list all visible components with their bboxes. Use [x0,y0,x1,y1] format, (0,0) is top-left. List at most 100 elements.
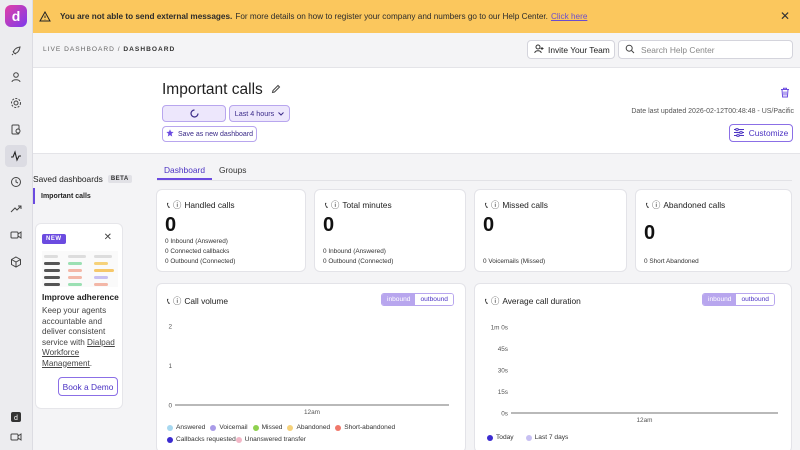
legend-label: Short-abandoned [344,424,396,431]
info-icon: ⓘ [172,200,182,210]
chart-header: 📞︎ ⓘ Average call duration [485,295,581,307]
y-tick-label: 45s [498,346,508,353]
clipboard-search-icon[interactable] [7,120,25,138]
stat-line: 0 Inbound (Answered) [165,238,228,245]
stat-title: Abandoned calls [663,200,726,210]
add-person-icon [534,44,544,56]
legend-label: Missed [261,424,283,431]
x-tick-label: 12am [304,409,320,416]
direction-toggle: inbound outbound [381,293,454,306]
legend-swatch [167,425,173,431]
stat-line: 0 Inbound (Answered) [323,248,386,255]
tab-groups[interactable]: Groups [212,165,253,180]
legend-swatch [487,435,493,441]
banner-help-link[interactable]: Click here [551,12,587,21]
loading-button[interactable] [162,105,226,122]
saved-dashboards-title: Saved dashboards [33,174,103,184]
stat-title: Missed calls [502,200,548,210]
help-search-input[interactable]: Search Help Center [618,40,793,59]
legend-swatch [287,425,294,431]
stat-value: 0 [644,222,656,244]
chevron-down-icon [278,109,285,118]
chart-header: 📞︎ ⓘ Call volume [167,295,228,307]
tab-dashboard[interactable]: Dashboard [157,165,212,180]
promo-illustration [42,251,118,287]
legend-label: Answered [176,424,206,431]
info-icon: ⓘ [490,200,500,210]
search-placeholder: Search Help Center [641,44,715,55]
stat-card-header: 📞︎ ⓘ Abandoned calls [646,199,725,211]
stat-card-abandoned-calls: 📞︎ ⓘ Abandoned calls 0 0 Short Abandoned [635,189,792,272]
book-demo-button[interactable]: Book a Demo [58,377,118,396]
y-tick-label: 0s [501,411,508,418]
time-range-dropdown[interactable]: Last 4 hours [229,105,290,122]
info-icon: ⓘ [330,200,340,210]
legend-label: Callbacks requested [176,436,236,443]
trash-icon[interactable] [780,85,790,103]
legend-label: Abandoned [296,424,331,431]
stat-line: 0 Outbound (Connected) [323,258,394,265]
info-icon: ⓘ [490,296,500,306]
save-as-new-dashboard-button[interactable]: Save as new dashboard [162,126,257,142]
stat-card-total-minutes: 📞︎ ⓘ Total minutes 0 0 Inbound (Answered) … [314,189,466,272]
box-icon[interactable] [7,253,25,271]
phone-icon: 📞︎ [485,199,488,210]
stat-title: Handled calls [184,200,235,210]
legend-swatch [210,425,217,431]
banner-close-icon[interactable]: ✕ [780,9,790,23]
analytics-pulse-icon[interactable] [5,145,27,167]
pencil-icon[interactable] [271,81,281,99]
dashboard-header: Important calls Last 4 hours Save as new… [33,67,800,154]
stat-line: 0 Short Abandoned [644,258,699,265]
toggle-outbound[interactable]: outbound [415,294,453,305]
saved-dashboard-item[interactable]: Important calls [33,188,91,204]
legend-item: Missed [252,423,283,433]
new-badge: NEW [42,234,66,244]
phone-icon: 📞︎ [167,199,170,210]
stat-card-header: 📞︎ ⓘ Handled calls [167,199,235,211]
saved-dashboards-heading: Saved dashboards BETA [33,174,132,184]
toggle-inbound[interactable]: inbound [703,294,737,305]
breadcrumb-parent[interactable]: LIVE DASHBOARD [43,46,115,53]
toggle-outbound[interactable]: outbound [736,294,774,305]
logo-letter: d [11,8,21,24]
toggle-inbound[interactable]: inbound [382,294,416,305]
trend-icon[interactable] [7,200,25,218]
stat-value: 0 [483,214,495,236]
gear-icon[interactable] [7,94,25,112]
legend-swatch [335,425,342,431]
legend-swatch [252,425,259,431]
y-tick-label: 2 [168,324,172,331]
dashboard-tabs: Dashboard Groups [157,165,253,180]
info-icon: ⓘ [172,296,182,306]
rocket-icon[interactable] [7,42,25,60]
legend-swatch [235,437,242,443]
video-icon[interactable] [7,226,25,244]
banner-text: For more details on how to register your… [235,12,548,21]
video-call-icon[interactable] [7,428,25,446]
stat-card-header: 📞︎ ⓘ Total minutes [325,199,392,211]
phone-icon: 📞︎ [646,199,649,210]
promo-heading: Improve adherence [42,292,119,302]
app-switch-icon[interactable]: d [7,408,25,426]
search-icon [625,44,635,56]
invite-team-button[interactable]: Invite Your Team [527,40,615,59]
stat-line: 0 Outbound (Connected) [165,258,236,265]
stat-value: 0 [165,214,177,236]
call-volume-chart: 0 1 2 12am [168,324,449,416]
promo-card: NEW ✕ Improve adherence Keep your agents… [35,223,123,409]
warning-icon [38,10,52,24]
save-as-label: Save as new dashboard [177,130,254,138]
stat-card-handled-calls: 📞︎ ⓘ Handled calls 0 0 Inbound (Answered) … [156,189,306,272]
dialpad-logo[interactable]: d [5,5,27,27]
history-icon[interactable] [7,173,25,191]
legend-label: Last 7 days [534,434,569,441]
breadcrumb: LIVE DASHBOARD / DASHBOARD [43,46,175,53]
customize-button[interactable]: Customize [729,124,793,142]
legend-item: Unanswered transfer [235,435,306,445]
y-tick-label: 1m 0s [491,325,508,332]
y-tick-label: 1 [168,363,172,370]
promo-close-icon[interactable]: ✕ [104,232,112,243]
person-icon[interactable] [7,68,25,86]
beta-badge: BETA [107,175,132,183]
